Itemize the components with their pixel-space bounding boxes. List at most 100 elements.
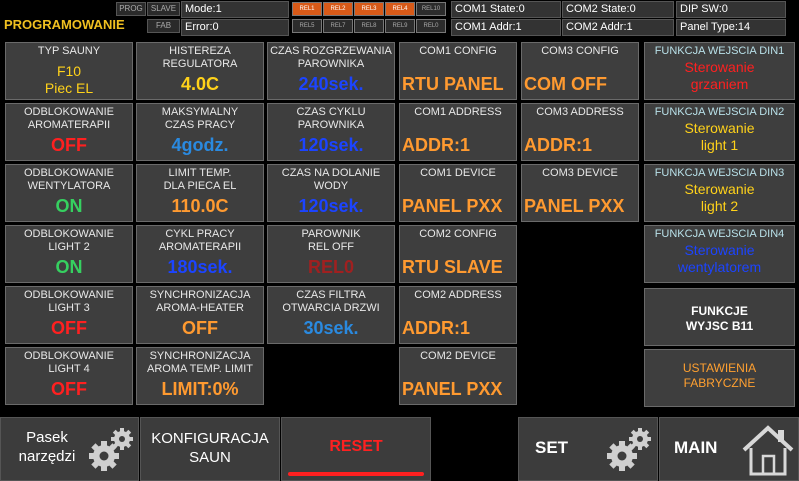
setting-value: 30sek. [303, 318, 359, 338]
bottom-toolbar: Pasek narzędzi KONFIGURACJA SAUN RESET S… [0, 417, 799, 481]
setting-hysteresis[interactable]: HISTEREZA REGULATORA 4.0C [136, 42, 264, 100]
setting-value: PANEL PXX [402, 196, 503, 216]
din2-function[interactable]: FUNKCJA WEJSCIA DIN2 Sterowanie light 1 [644, 103, 795, 161]
home-icon [742, 425, 794, 476]
toolbar-label: RESET [329, 438, 383, 455]
panel-type-readout: Panel Type:14 [676, 19, 786, 36]
setting-label: LIMIT TEMP. DLA PIECA EL [163, 167, 237, 192]
com2-address[interactable]: COM2 ADDRESS ADDR:1 [399, 286, 517, 344]
setting-fan-unlock[interactable]: ODBLOKOWANIE WENTYLATORA ON [5, 164, 133, 222]
din1-function[interactable]: FUNKCJA WEJSCIA DIN1 Sterowanie grzaniem [644, 42, 795, 100]
com3-device[interactable]: COM3 DEVICE PANEL PXX [521, 164, 639, 222]
setting-label: CYKL PRACY AROMATERAPII [158, 228, 242, 253]
setting-label: ODBLOKOWANIE LIGHT 4 [23, 350, 115, 375]
setting-label: PAROWNIK REL OFF [301, 228, 361, 253]
com1-device[interactable]: COM1 DEVICE PANEL PXX [399, 164, 517, 222]
relay-indicator: REL4 [385, 2, 415, 16]
toolbar-button[interactable]: Pasek narzędzi [0, 417, 139, 481]
setting-label: ODBLOKOWANIE WENTYLATORA [23, 167, 115, 192]
relay-indicator: REL9 [385, 19, 415, 33]
setting-label: COM1 CONFIG [419, 45, 497, 57]
setting-label: FUNKCJA WEJSCIA DIN4 [654, 228, 785, 240]
relay-indicator: REL8 [354, 19, 384, 33]
setting-value: REL0 [307, 257, 354, 277]
relay-indicator: REL3 [354, 2, 384, 16]
setting-value: 110.0C [171, 196, 229, 216]
setting-label: COM3 DEVICE [542, 167, 618, 179]
relay-indicator: REL7 [323, 19, 353, 33]
com2-state: COM2 State:0 [562, 1, 674, 18]
setting-value: OFF [51, 318, 87, 338]
setting-aroma-temp-limit[interactable]: SYNCHRONIZACJA AROMA TEMP. LIMIT LIMIT:0… [136, 347, 264, 405]
com1-config[interactable]: COM1 CONFIG RTU PANEL [399, 42, 517, 100]
setting-value: Sterowanie light 2 [684, 181, 755, 214]
toolbar-label: Pasek narzędzi [18, 429, 76, 465]
setting-door-filter-time[interactable]: CZAS FILTRA OTWARCIA DRZWI 30sek. [267, 286, 395, 344]
gear-icon [607, 428, 651, 471]
fab-indicator: FAB [147, 19, 180, 33]
factory-settings-button[interactable]: USTAWIENIA FABRYCZNE [644, 349, 795, 407]
setting-label: CZAS FILTRA OTWARCIA DRZWI [282, 289, 380, 314]
setting-value: ADDR:1 [524, 135, 593, 155]
reset-button[interactable]: RESET [281, 417, 431, 481]
setting-value: COM OFF [524, 74, 607, 94]
din4-function[interactable]: FUNKCJA WEJSCIA DIN4 Sterowanie wentylat… [644, 225, 795, 283]
setting-label: ODBLOKOWANIE LIGHT 3 [23, 289, 115, 314]
com1-addr: COM1 Addr:1 [451, 19, 561, 36]
setting-light3-unlock[interactable]: ODBLOKOWANIE LIGHT 3 OFF [5, 286, 133, 344]
setting-aroma-unlock[interactable]: ODBLOKOWANIE AROMATERAPII OFF [5, 103, 133, 161]
com2-config[interactable]: COM2 CONFIG RTU SLAVE [399, 225, 517, 283]
relay-indicator: REL5 [292, 19, 322, 33]
sauna-config-button[interactable]: KONFIGURACJA SAUN [140, 417, 280, 481]
setting-light2-unlock[interactable]: ODBLOKOWANIE LIGHT 2 ON [5, 225, 133, 283]
setting-value: OFF [182, 318, 218, 338]
setting-value: OFF [51, 135, 87, 155]
setting-value: PANEL PXX [524, 196, 625, 216]
page-title: PROGRAMOWANIE [4, 17, 125, 32]
setting-aroma-heater-sync[interactable]: SYNCHRONIZACJA AROMA-HEATER OFF [136, 286, 264, 344]
setting-label: FUNKCJA WEJSCIA DIN1 [654, 45, 785, 57]
main-button[interactable]: MAIN [659, 417, 799, 481]
setting-sauna-type[interactable]: TYP SAUNY F10 Piec EL [5, 42, 133, 100]
setting-steam-cycle[interactable]: CZAS CYKLU PAROWNIKA 120sek. [267, 103, 395, 161]
din3-function[interactable]: FUNKCJA WEJSCIA DIN3 Sterowanie light 2 [644, 164, 795, 222]
setting-label: COM3 CONFIG [541, 45, 619, 57]
relay-indicator: REL0 [416, 19, 446, 33]
set-button[interactable]: SET [518, 417, 658, 481]
setting-label: CZAS NA DOLANIE WODY [281, 167, 381, 192]
relay-indicator: REL2 [323, 2, 353, 16]
com1-state: COM1 State:0 [451, 1, 561, 18]
com1-address[interactable]: COM1 ADDRESS ADDR:1 [399, 103, 517, 161]
mode-readout: Mode:1 [181, 1, 289, 18]
setting-steam-rel-off[interactable]: PAROWNIK REL OFF REL0 [267, 225, 395, 283]
com3-config[interactable]: COM3 CONFIG COM OFF [521, 42, 639, 100]
setting-label: FUNKCJA WEJSCIA DIN2 [654, 106, 785, 118]
setting-value: 120sek. [298, 196, 364, 216]
setting-steam-heatup[interactable]: CZAS ROZGRZEWANIA PAROWNIKA 240sek. [267, 42, 395, 100]
slave-indicator: SLAVE [147, 2, 180, 16]
setting-label: COM2 CONFIG [419, 228, 497, 240]
setting-light4-unlock[interactable]: ODBLOKOWANIE LIGHT 4 OFF [5, 347, 133, 405]
setting-max-work-time[interactable]: MAKSYMALNY CZAS PRACY 4godz. [136, 103, 264, 161]
setting-value: ADDR:1 [402, 318, 471, 338]
setting-value: PANEL PXX [402, 379, 503, 399]
toolbar-label: KONFIGURACJA SAUN [151, 430, 269, 466]
setting-value: 240sek. [298, 74, 364, 94]
error-readout: Error:0 [181, 19, 289, 36]
setting-value: LIMIT:0% [161, 379, 239, 399]
setting-water-refill[interactable]: CZAS NA DOLANIE WODY 120sek. [267, 164, 395, 222]
b11-output-functions-button[interactable]: FUNKCJE WYJSC B11 [644, 288, 795, 346]
com2-device[interactable]: COM2 DEVICE PANEL PXX [399, 347, 517, 405]
reset-indicator-bar [288, 472, 424, 476]
setting-value: Sterowanie wentylatorem [677, 242, 762, 275]
setting-label: COM2 DEVICE [420, 350, 496, 362]
setting-value: 120sek. [298, 135, 364, 155]
com2-addr: COM2 Addr:1 [562, 19, 674, 36]
setting-value: ON [55, 196, 83, 216]
status-header: PROGRAMOWANIE PROG SLAVE FAB Mode:1 Erro… [0, 0, 799, 38]
setting-label: MAKSYMALNY CZAS PRACY [161, 106, 239, 131]
setting-aroma-cycle[interactable]: CYKL PRACY AROMATERAPII 180sek. [136, 225, 264, 283]
com3-address[interactable]: COM3 ADDRESS ADDR:1 [521, 103, 639, 161]
setting-temp-limit[interactable]: LIMIT TEMP. DLA PIECA EL 110.0C [136, 164, 264, 222]
setting-label: FUNKCJA WEJSCIA DIN3 [654, 167, 785, 179]
